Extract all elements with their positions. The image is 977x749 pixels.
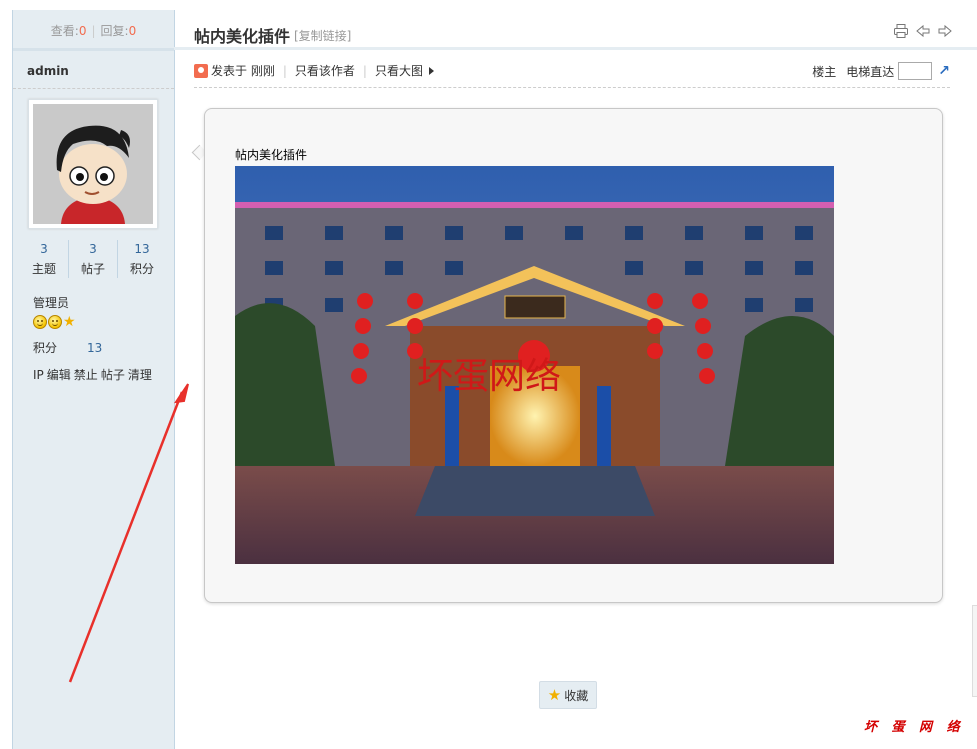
thread-stats-bar: 查看:0 | 回复:0	[13, 10, 174, 51]
smiley-rank-icon	[48, 315, 62, 329]
elevator-label: 电梯直达	[846, 64, 895, 79]
star-icon: ★	[547, 686, 562, 704]
admin-clean-link[interactable]: 清理	[128, 368, 152, 382]
post-main: 帖内美化插件 [复制链接] 发表于 刚刚 | 只看该作者 | 只看大图 楼主 电…	[174, 10, 977, 749]
hotel-photo: 坏蛋网络	[235, 166, 834, 564]
play-triangle-icon	[428, 66, 434, 75]
post-text: 帖内美化插件	[235, 148, 308, 162]
only-large-image-link[interactable]: 只看大图	[375, 62, 423, 79]
favorite-button[interactable]: ★ 收藏	[539, 681, 597, 709]
stats-divider: |	[91, 24, 96, 38]
post-info-left: 发表于 刚刚 | 只看该作者 | 只看大图	[194, 62, 434, 79]
thread-title: 帖内美化插件	[194, 27, 291, 46]
copy-link-button[interactable]: [复制链接]	[294, 27, 351, 44]
view-count: 0	[78, 24, 87, 38]
stat-credits-label: 积分	[129, 262, 154, 276]
next-thread-icon[interactable]	[937, 23, 953, 39]
side-scroll-handle[interactable]	[972, 605, 977, 697]
floor-label: 楼主	[812, 64, 837, 79]
prev-thread-icon[interactable]	[915, 23, 931, 39]
admin-ip-link[interactable]: IP	[33, 368, 44, 382]
author-stats: 3 主题 3 帖子 13 积分	[20, 240, 166, 278]
star-rank-icon: ★	[63, 314, 76, 330]
credit-value: 13	[87, 341, 103, 355]
stat-topics-value[interactable]: 3	[20, 240, 68, 258]
elevator-go-icon[interactable]: ↗	[938, 63, 950, 79]
post-image[interactable]: 坏蛋网络	[235, 166, 834, 564]
author-sidebar: 查看:0 | 回复:0 admin 3 主题 3 帖子 13 积分 管理员 ★ …	[12, 10, 175, 749]
elevator-input[interactable]	[898, 62, 933, 80]
stat-credits-value[interactable]: 13	[118, 240, 166, 258]
post-info-right: 楼主 电梯直达 ↗	[812, 62, 950, 80]
print-icon[interactable]	[893, 23, 909, 39]
only-author-link[interactable]: 只看该作者	[295, 62, 355, 79]
post-info-bar: 发表于 刚刚 | 只看该作者 | 只看大图 楼主 电梯直达 ↗	[194, 62, 950, 88]
corner-watermark: 坏 蛋 网 络	[864, 720, 965, 735]
view-label: 查看:	[50, 24, 79, 38]
stat-posts[interactable]: 3 帖子	[68, 240, 117, 278]
admin-tools: IP 编辑 禁止 帖子 清理	[33, 366, 155, 383]
stat-posts-value[interactable]: 3	[69, 240, 117, 258]
thread-tools	[893, 23, 953, 39]
admin-ban-link[interactable]: 禁止	[74, 368, 98, 382]
credit-row: 积分 13	[33, 339, 102, 356]
avatar-cartoon-icon	[33, 104, 153, 224]
admin-posts-link[interactable]: 帖子	[101, 368, 125, 382]
username-divider	[13, 88, 174, 89]
stat-posts-label: 帖子	[80, 262, 105, 276]
favorite-label: 收藏	[564, 688, 589, 703]
user-rank-badges: ★	[33, 315, 76, 329]
image-watermark: 坏蛋网络	[417, 356, 561, 397]
user-group[interactable]: 管理员	[33, 294, 69, 311]
smiley-rank-icon	[33, 315, 47, 329]
reply-label: 回复:	[100, 24, 129, 38]
divider: |	[282, 63, 287, 78]
divider: |	[362, 63, 367, 78]
stat-topics[interactable]: 3 主题	[20, 240, 68, 278]
thread-title-bar: 帖内美化插件 [复制链接]	[174, 10, 977, 50]
stat-credits[interactable]: 13 积分	[117, 240, 166, 278]
author-username[interactable]: admin	[27, 64, 69, 78]
credit-label: 积分	[33, 341, 58, 355]
post-content-bubble: 帖内美化插件 坏蛋网络	[204, 108, 943, 603]
avatar[interactable]	[28, 99, 158, 229]
admin-edit-link[interactable]: 编辑	[47, 368, 71, 382]
post-time: 发表于 刚刚	[211, 64, 275, 78]
online-user-icon	[194, 63, 208, 78]
reply-count: 0	[128, 24, 137, 38]
stat-topics-label: 主题	[31, 262, 56, 276]
